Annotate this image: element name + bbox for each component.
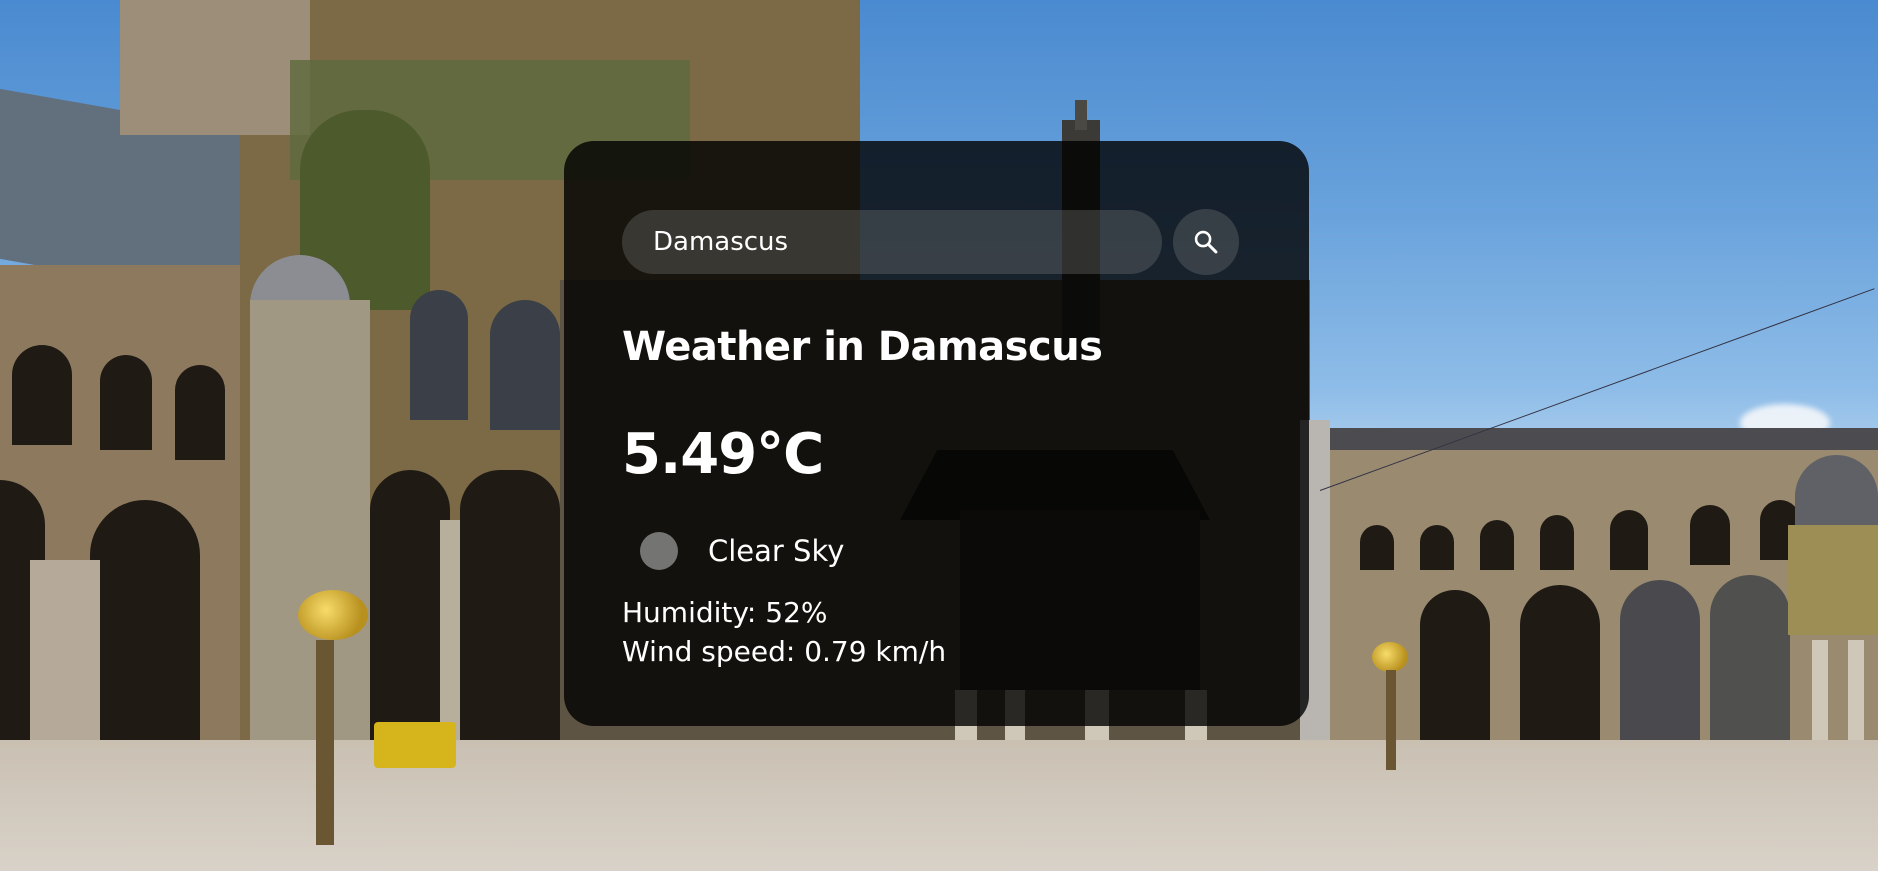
weather-condition-icon: [640, 532, 678, 570]
humidity: Humidity: 52%: [622, 596, 828, 629]
weather-description: Clear Sky: [708, 534, 845, 568]
search-input[interactable]: [622, 210, 1162, 274]
weather-card: Weather in Damascus 5.49°C Clear Sky Hum…: [564, 141, 1309, 726]
search-bar: [622, 209, 1239, 275]
city-title: Weather in Damascus: [622, 324, 1103, 370]
search-button[interactable]: [1173, 209, 1239, 275]
temperature: 5.49°C: [622, 422, 824, 487]
wind-speed: Wind speed: 0.79 km/h: [622, 635, 947, 668]
weather-condition: Clear Sky: [640, 532, 844, 570]
search-icon: [1194, 230, 1218, 254]
